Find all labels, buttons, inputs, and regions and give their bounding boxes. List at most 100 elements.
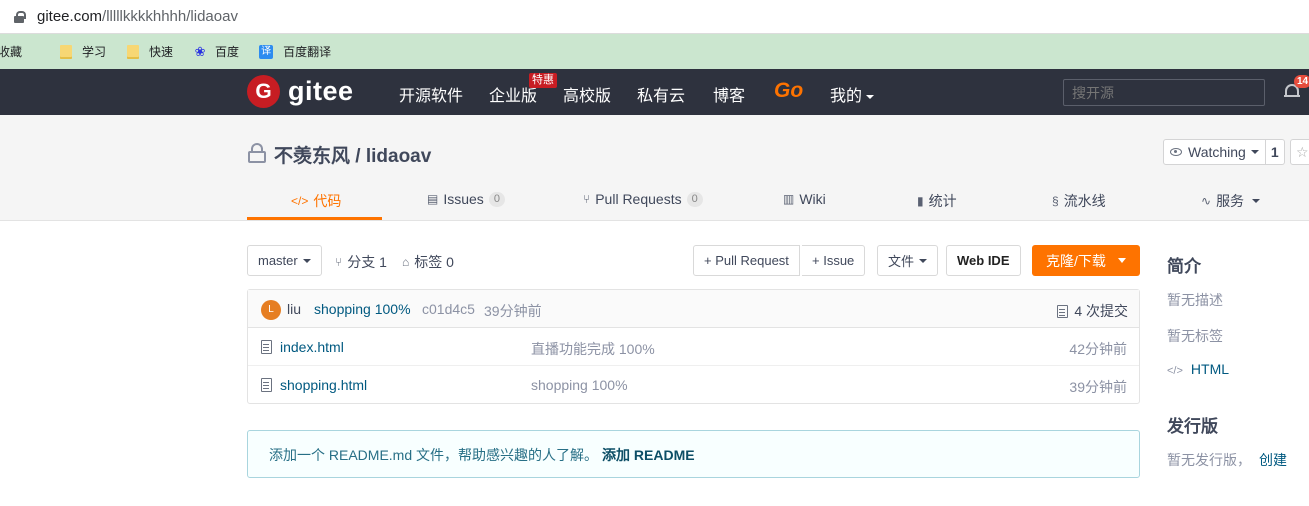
- clone-download-button[interactable]: 克隆/下载: [1032, 245, 1140, 276]
- bookmark-label: 快速: [149, 45, 174, 59]
- bookmark-study[interactable]: 学习: [60, 43, 106, 60]
- watching-button[interactable]: Watching: [1163, 139, 1266, 165]
- nav-private-cloud[interactable]: 私有云: [637, 82, 685, 106]
- bookmark-baidu[interactable]: ❀ 百度: [193, 43, 239, 60]
- url-host: gitee.com: [37, 8, 103, 25]
- issues-count: 0: [488, 191, 505, 207]
- url-path: /lllllkkkkhhhh/lidaoav: [102, 8, 238, 25]
- bookmark-collection[interactable]: 收藏: [0, 43, 22, 60]
- star-icon: ☆: [1296, 144, 1309, 160]
- new-issue-button[interactable]: + Issue: [802, 245, 866, 276]
- new-pull-request-button[interactable]: + Pull Request: [693, 245, 800, 276]
- commit-hash[interactable]: c01d4c5: [422, 301, 475, 317]
- eye-icon: [1170, 148, 1182, 156]
- nav-mine-label: 我的: [830, 88, 863, 105]
- language-item[interactable]: </> HTML: [1167, 361, 1229, 377]
- pipeline-icon: §: [1052, 194, 1059, 208]
- bar-chart-icon: ▮: [917, 194, 924, 208]
- bookmark-label: 百度: [215, 45, 240, 59]
- tab-issues[interactable]: ▤ Issues 0: [427, 191, 505, 207]
- file-name-link[interactable]: index.html: [280, 339, 344, 355]
- gitee-logo-icon: G: [247, 75, 280, 108]
- tab-pull-requests[interactable]: ⑂ Pull Requests 0: [583, 191, 703, 207]
- web-ide-button[interactable]: Web IDE: [946, 245, 1021, 276]
- file-table: L liu shopping 100% c01d4c5 39分钟前 4 次提交 …: [247, 289, 1140, 404]
- tab-label: Pull Requests: [595, 191, 682, 207]
- file-time: 39分钟前: [1069, 379, 1127, 395]
- branch-label: master: [258, 253, 298, 268]
- create-release-link[interactable]: 创建: [1259, 452, 1287, 468]
- tab-label: 服务: [1216, 193, 1245, 209]
- no-release-text: 暂无发行版， 创建: [1167, 450, 1287, 470]
- tab-label: 统计: [928, 193, 957, 209]
- branches-link[interactable]: ⑂ 分支 1: [335, 252, 387, 272]
- bookmark-label: 百度翻译: [283, 45, 332, 59]
- commits-icon: [1057, 304, 1069, 318]
- tab-label: Issues: [443, 191, 484, 207]
- bookmark-quick[interactable]: 快速: [127, 43, 173, 60]
- nav-blog[interactable]: 博客: [713, 82, 745, 106]
- no-tags-text: 暂无标签: [1167, 328, 1223, 344]
- issues-icon: ▤: [427, 192, 439, 206]
- tab-pipeline[interactable]: § 流水线: [1052, 191, 1106, 211]
- project-title[interactable]: 不羡东风 / lidaoav: [274, 141, 431, 168]
- chevron-down-icon: [919, 258, 928, 263]
- file-menu-label: 文件: [888, 254, 915, 269]
- brand-name: gitee: [288, 76, 354, 106]
- tags-label: 标签 0: [414, 254, 454, 270]
- chevron-down-icon: [1252, 199, 1261, 203]
- nav-education[interactable]: 高校版: [563, 82, 611, 106]
- file-commit-message[interactable]: 直播功能完成 100%: [531, 339, 655, 359]
- readme-notice: 添加一个 README.md 文件，帮助感兴趣的人了解。 添加 README: [247, 430, 1140, 478]
- pull-request-icon: ⑂: [583, 192, 591, 206]
- nav-go[interactable]: Go: [774, 79, 803, 103]
- project-header: 不羡东风 / lidaoav Watching 1 ☆ </> 代码 ▤ Issue…: [0, 115, 1309, 221]
- bookmark-baidu-translate[interactable]: 译百度翻译: [259, 43, 331, 60]
- code-icon: </>: [1167, 365, 1183, 377]
- tab-wiki[interactable]: ▥ Wiki: [783, 191, 826, 207]
- tags-link[interactable]: ⌂ 标签 0: [402, 252, 454, 272]
- bookmarks-bar: 收藏 学习 快速 ❀ 百度 译百度翻译: [0, 34, 1309, 69]
- file-icon: [261, 378, 272, 392]
- pull-requests-count: 0: [686, 191, 703, 207]
- branch-select[interactable]: master: [247, 245, 322, 276]
- nav-mine-menu[interactable]: 我的: [830, 82, 875, 106]
- star-button[interactable]: ☆: [1290, 139, 1309, 165]
- translate-icon: 译: [259, 44, 274, 59]
- pulse-icon: ∿: [1201, 194, 1212, 208]
- search-input[interactable]: [1063, 79, 1265, 106]
- file-commit-message[interactable]: shopping 100%: [531, 377, 628, 393]
- watching-count[interactable]: 1: [1265, 139, 1285, 165]
- file-name-link[interactable]: shopping.html: [280, 377, 367, 393]
- avatar[interactable]: L: [261, 300, 281, 320]
- tab-stats[interactable]: ▮ 统计: [917, 191, 957, 211]
- url-text[interactable]: gitee.com/lllllkkkkhhhh/lidaoav: [37, 8, 238, 25]
- code-icon: </>: [291, 194, 309, 208]
- gitee-header: G gitee 开源软件 企业版 特惠 高校版 私有云 博客 Go 我的 14: [0, 69, 1309, 115]
- browser-address-bar[interactable]: gitee.com/lllllkkkkhhhh/lidaoav: [0, 0, 1309, 34]
- chevron-down-icon: [1250, 150, 1259, 154]
- latest-commit-row: L liu shopping 100% c01d4c5 39分钟前 4 次提交: [248, 290, 1139, 328]
- active-tab-indicator: [247, 217, 382, 220]
- chevron-down-icon: [1117, 258, 1126, 263]
- tab-code[interactable]: </> 代码: [291, 191, 341, 211]
- add-readme-link[interactable]: 添加 README: [602, 447, 695, 463]
- no-description-text: 暂无描述: [1167, 292, 1223, 308]
- commit-count-label: 4 次提交: [1074, 303, 1128, 319]
- private-lock-icon: [248, 143, 266, 163]
- no-release-label: 暂无发行版，: [1167, 452, 1251, 468]
- table-row: shopping.html shopping 100% 39分钟前: [248, 366, 1139, 404]
- commit-message[interactable]: shopping 100%: [314, 301, 411, 317]
- bookmark-label: 收藏: [0, 45, 23, 59]
- tab-label: 代码: [313, 193, 342, 209]
- file-menu-button[interactable]: 文件: [877, 245, 939, 276]
- commit-author[interactable]: liu: [287, 301, 301, 317]
- gitee-logo[interactable]: G gitee: [247, 75, 354, 108]
- tag-icon: ⌂: [402, 255, 410, 269]
- wiki-icon: ▥: [783, 192, 795, 206]
- tab-services[interactable]: ∿ 服务: [1201, 191, 1261, 211]
- watch-control: Watching 1: [1163, 139, 1285, 165]
- commit-count-link[interactable]: 4 次提交: [1057, 301, 1128, 321]
- nav-open-source[interactable]: 开源软件: [399, 82, 463, 106]
- watching-label: Watching: [1188, 144, 1246, 160]
